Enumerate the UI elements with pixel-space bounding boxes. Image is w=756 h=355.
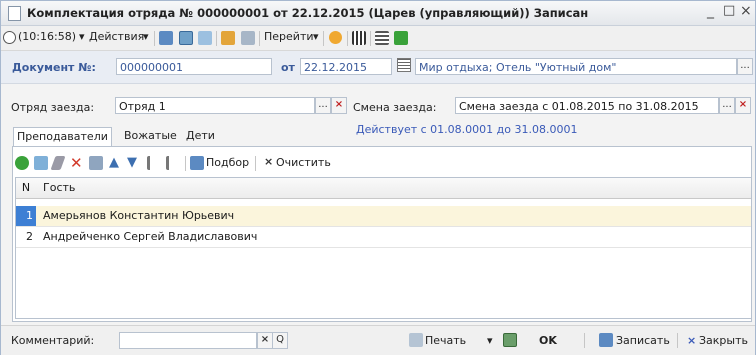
shift-field[interactable]: Смена заезда с 01.08.2015 по 31.08.2015	[455, 97, 719, 114]
list-icon[interactable]	[375, 31, 389, 45]
title-bar: Комплектация отряда № 000000001 от 22.12…	[1, 1, 755, 26]
sort-ascending-icon[interactable]	[147, 156, 162, 170]
clear-icon[interactable]: ×	[264, 155, 273, 171]
selection-icon[interactable]	[190, 156, 204, 170]
footer-divider	[677, 333, 678, 348]
calendar-icon[interactable]	[397, 58, 411, 72]
copy-row-icon[interactable]	[34, 156, 48, 170]
main-toolbar: (10:16:58) ▾ Действия ▾ Перейти ▾	[1, 26, 755, 51]
save-icon[interactable]	[599, 333, 613, 347]
guest-name: Амерьянов Константин Юрьевич	[43, 209, 235, 222]
toolbar-divider	[323, 31, 324, 46]
tab-teachers[interactable]: Преподаватели	[13, 127, 112, 147]
guests-table: N Гость 1 Амерьянов Константин Юрьевич 2…	[15, 177, 752, 319]
table-row[interactable]: 1 Амерьянов Константин Юрьевич	[16, 206, 751, 227]
minimize-button[interactable]: _	[707, 3, 714, 19]
doc-number-field[interactable]: 000000001	[116, 58, 272, 75]
dropdown-arrow-icon[interactable]: ▾	[487, 334, 493, 347]
row-number: 1	[16, 206, 36, 226]
end-edit-icon[interactable]	[89, 156, 103, 170]
close-button[interactable]: Закрыть	[699, 334, 748, 347]
window-title: Комплектация отряда № 000000001 от 22.12…	[27, 6, 589, 20]
squad-select-button[interactable]: ...	[315, 97, 331, 114]
ok-button[interactable]: OK	[539, 334, 557, 347]
tab-children[interactable]: Дети	[183, 127, 218, 145]
comment-clear-button[interactable]: ×	[257, 332, 273, 349]
toolbar-divider	[255, 156, 256, 171]
table-header: N Гость	[16, 178, 751, 199]
refresh-icon[interactable]	[179, 31, 193, 45]
move-down-icon[interactable]: ▼	[127, 155, 141, 170]
delete-row-icon[interactable]: ✕	[70, 154, 84, 172]
guest-name: Андрейченко Сергей Владиславович	[43, 230, 258, 243]
maximize-button[interactable]: □	[723, 3, 735, 18]
squad-field[interactable]: Отряд 1	[115, 97, 315, 114]
squad-label: Отряд заезда:	[11, 101, 95, 114]
save-button[interactable]: Записать	[616, 334, 670, 347]
sort-descending-icon[interactable]	[166, 156, 181, 170]
create-based-on-icon[interactable]	[221, 31, 235, 45]
time-label: (10:16:58)	[18, 30, 76, 43]
table-toolbar: ✕ ▲ ▼ Подбор × Очистить	[13, 153, 751, 173]
table-row[interactable]: 2 Андрейченко Сергей Владиславович	[16, 227, 751, 248]
clear-button[interactable]: Очистить	[276, 156, 331, 172]
tab-counselors[interactable]: Вожатые	[121, 127, 180, 145]
document-icon	[8, 6, 21, 21]
movements-icon[interactable]	[352, 31, 366, 45]
clock-icon[interactable]	[3, 31, 16, 44]
comment-label: Комментарий:	[11, 334, 95, 347]
print-button[interactable]: Печать	[425, 334, 466, 347]
squad-clear-button[interactable]: ×	[331, 97, 347, 114]
doc-number-label: Документ №:	[12, 61, 96, 74]
shift-select-button[interactable]: ...	[719, 97, 735, 114]
move-up-icon[interactable]: ▲	[109, 155, 123, 170]
comment-search-button[interactable]: Q	[272, 332, 288, 349]
document-window: Комплектация отряда № 000000001 от 22.12…	[0, 0, 756, 355]
close-window-button[interactable]: ×	[740, 3, 752, 19]
toolbar-divider	[216, 31, 217, 46]
dropdown-arrow-icon[interactable]: ▾	[143, 30, 149, 46]
toolbar-divider	[154, 31, 155, 46]
doc-date-field[interactable]: 22.12.2015	[300, 58, 392, 75]
copy-document-icon[interactable]	[198, 31, 212, 45]
post-icon[interactable]	[503, 333, 517, 347]
add-row-icon[interactable]	[15, 156, 29, 170]
post-document-icon[interactable]	[159, 31, 173, 45]
doc-date-label: от	[281, 61, 295, 74]
edit-row-icon[interactable]	[50, 156, 66, 170]
dropdown-arrow-icon[interactable]: ▾	[79, 30, 85, 46]
toolbar-divider	[259, 31, 260, 46]
shift-label: Смена заезда:	[353, 101, 437, 114]
print-icon[interactable]	[409, 333, 423, 347]
actions-menu-button[interactable]: Действия	[89, 30, 144, 46]
footer-divider	[584, 333, 585, 348]
dropdown-arrow-icon[interactable]: ▾	[313, 30, 319, 46]
column-header-number[interactable]: N	[16, 181, 36, 194]
toolbar-divider	[370, 31, 371, 46]
shift-clear-button[interactable]: ×	[735, 97, 751, 114]
comment-field[interactable]	[119, 332, 257, 349]
close-icon[interactable]: ×	[687, 334, 696, 347]
goto-menu-button[interactable]: Перейти	[264, 30, 314, 46]
row-number: 2	[26, 230, 33, 243]
column-header-guest[interactable]: Гость	[43, 181, 75, 194]
structure-icon[interactable]	[241, 31, 255, 45]
report-icon[interactable]	[394, 31, 408, 45]
validity-notice: Действует с 01.08.0001 до 31.08.0001	[356, 123, 578, 136]
place-field[interactable]: Мир отдыха; Отель "Уютный дом"	[415, 58, 737, 75]
toolbar-divider	[347, 31, 348, 46]
toolbar-divider	[185, 156, 186, 171]
help-icon[interactable]	[329, 31, 342, 44]
selection-button[interactable]: Подбор	[206, 156, 249, 172]
place-select-button[interactable]: ...	[737, 58, 753, 75]
footer-bar: Комментарий: × Q Печать ▾ OK Записать × …	[1, 325, 755, 355]
